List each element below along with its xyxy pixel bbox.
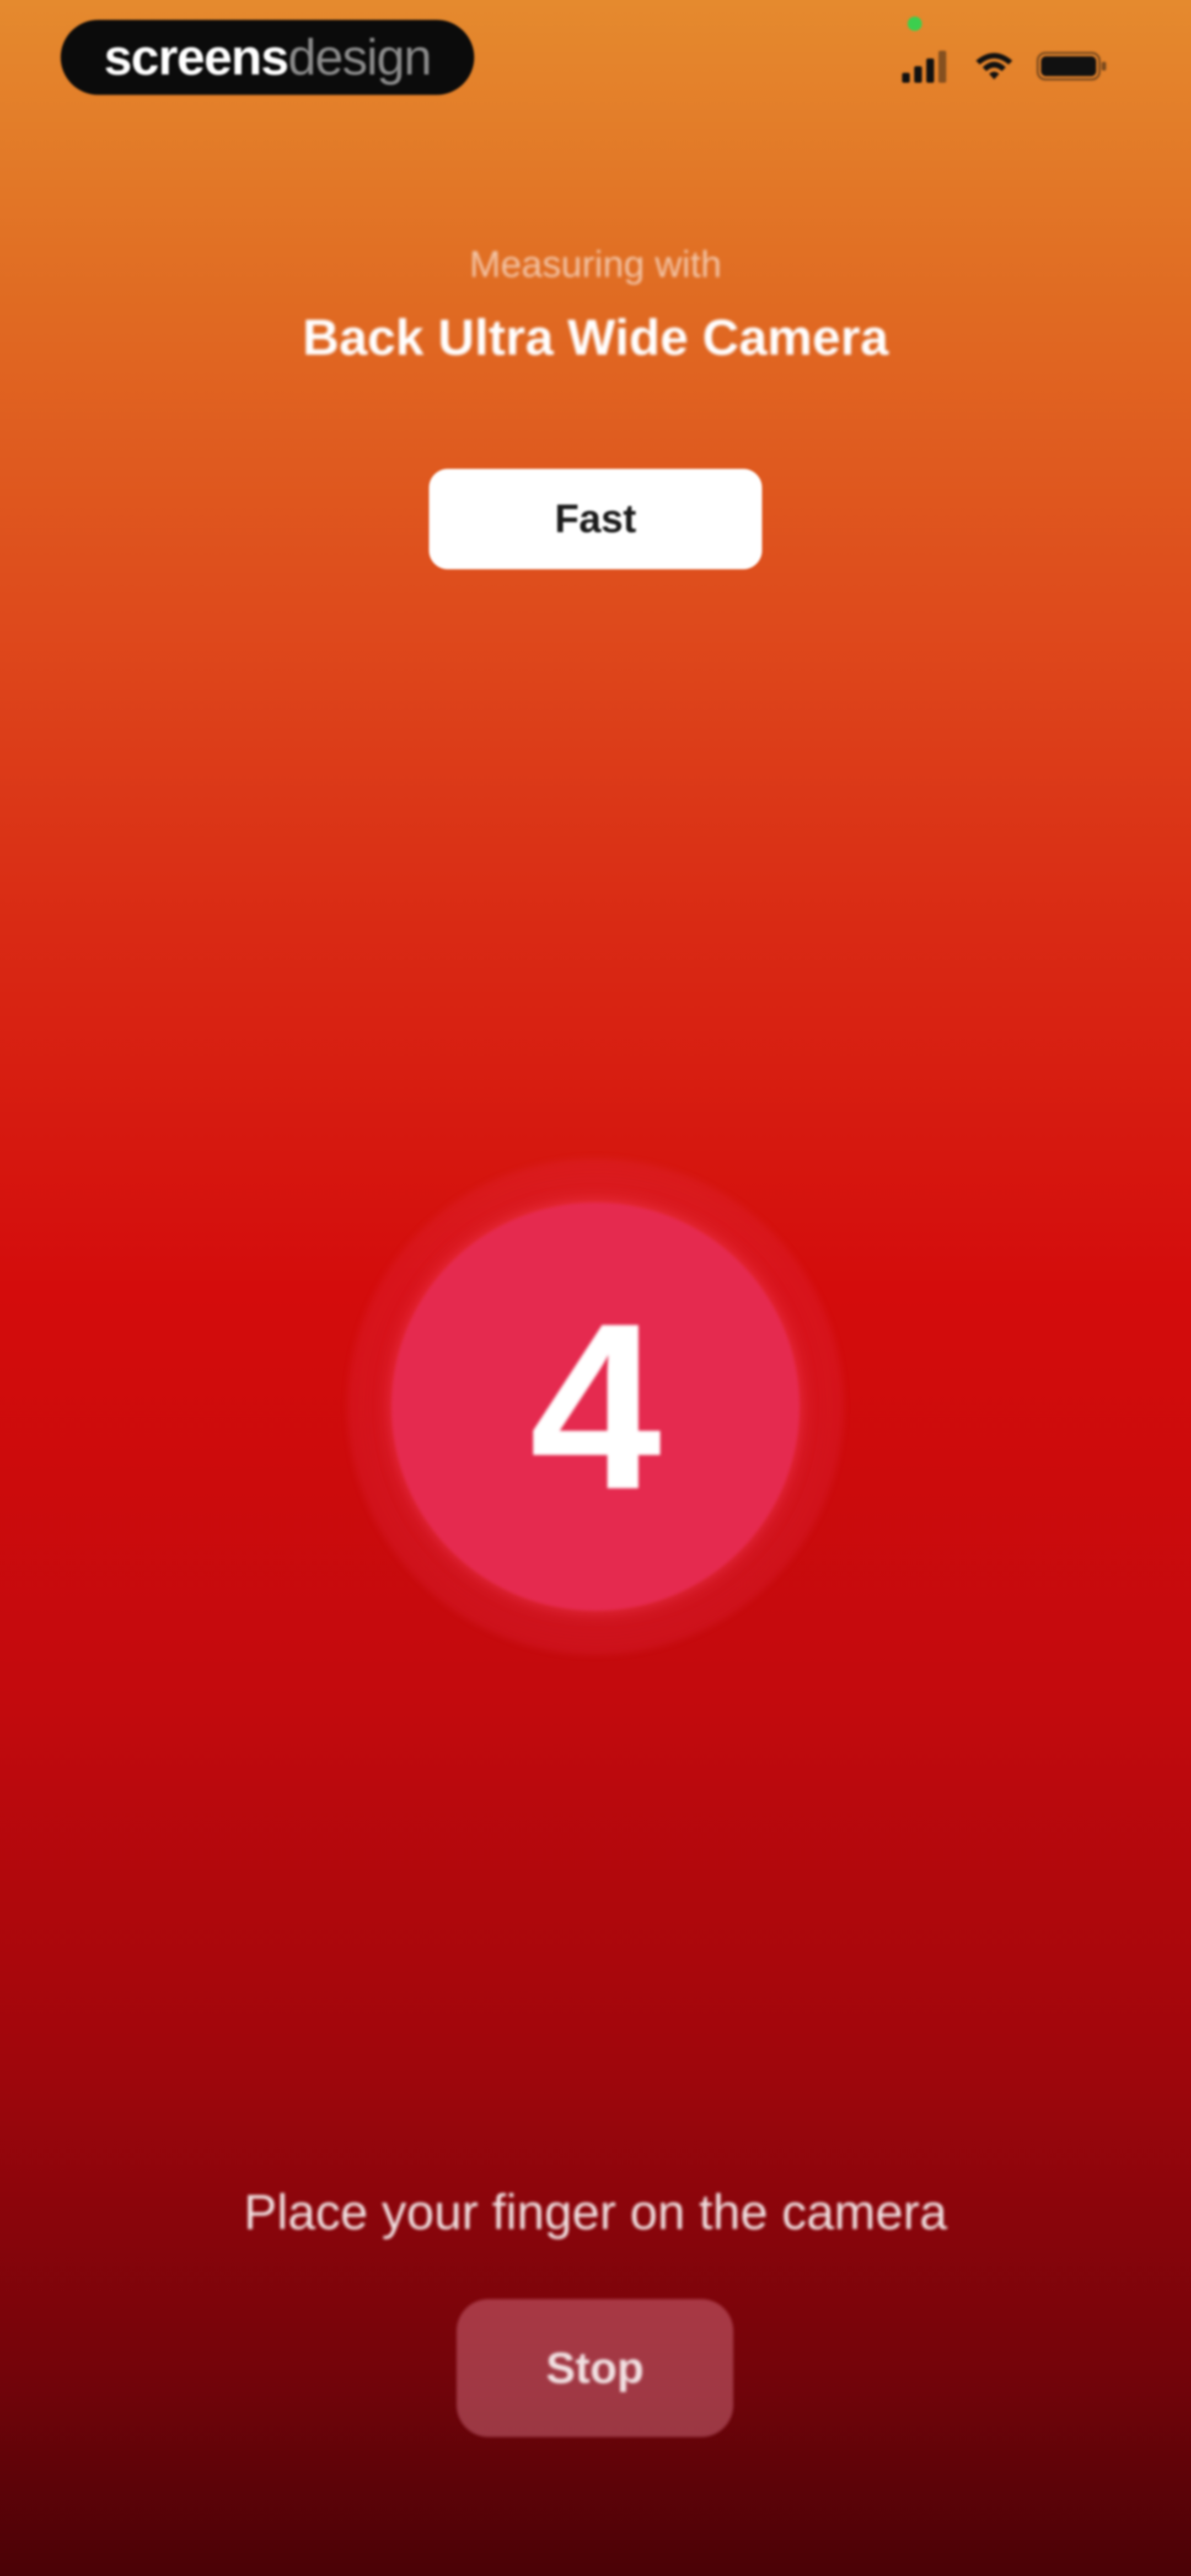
camera-name-title: Back Ultra Wide Camera [302, 309, 889, 366]
measurement-screen: screens design Measuring with Back Ultra… [0, 0, 1191, 2576]
finger-instruction-text: Place your finger on the camera [244, 2185, 947, 2240]
speed-mode-button[interactable]: Fast [429, 469, 762, 569]
countdown-number: 4 [529, 1274, 662, 1539]
screensdesign-watermark: screens design [61, 20, 474, 95]
watermark-text-light: design [288, 29, 432, 85]
battery-icon [1037, 50, 1108, 85]
watermark-text-bold: screens [104, 29, 289, 85]
stop-button[interactable]: Stop [457, 2299, 733, 2437]
measuring-with-label: Measuring with [469, 243, 722, 285]
status-bar [902, 50, 1108, 85]
cellular-signal-icon [902, 50, 952, 85]
wifi-icon [975, 51, 1013, 84]
camera-in-use-indicator [908, 17, 922, 31]
